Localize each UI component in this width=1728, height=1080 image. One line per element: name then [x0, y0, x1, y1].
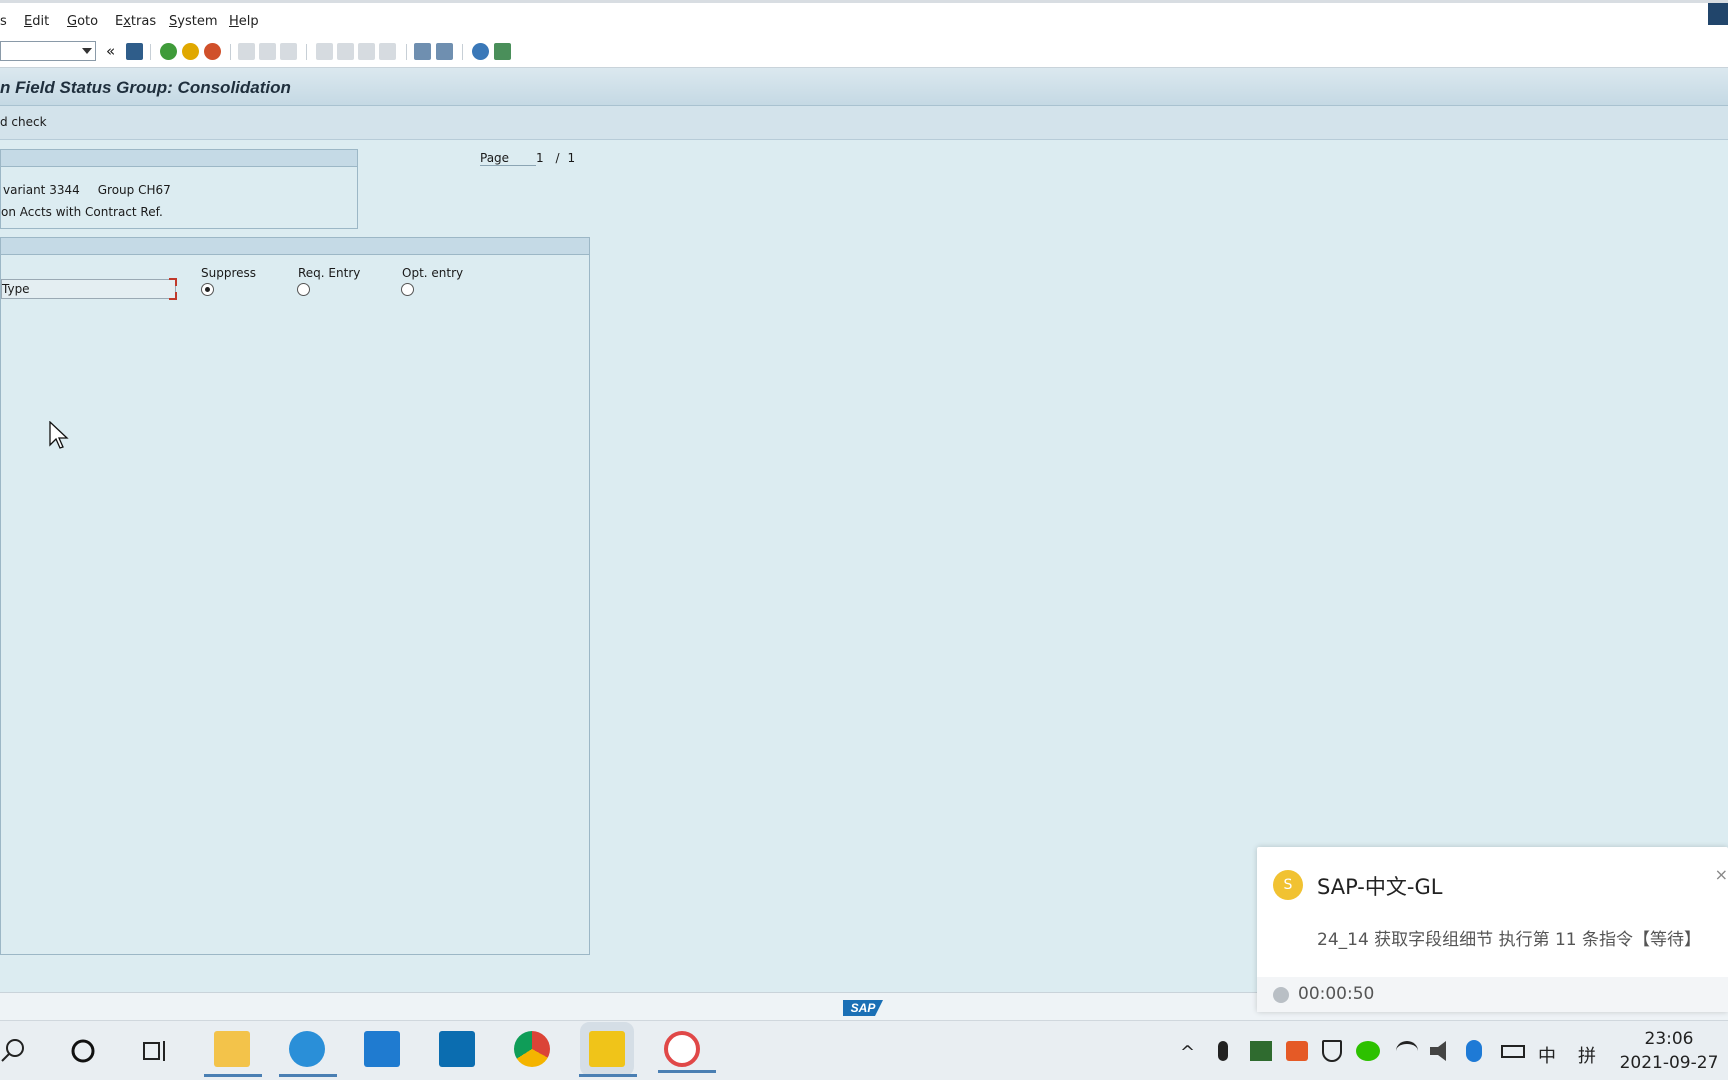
notification-elapsed: 00:00:50: [1298, 984, 1375, 1004]
chevron-down-icon[interactable]: [82, 48, 92, 54]
wifi-icon[interactable]: [1396, 1041, 1418, 1061]
toolbar-separator: [406, 44, 407, 60]
page-title: n Field Status Group: Consolidation: [0, 78, 291, 97]
tray-chevron-icon[interactable]: ^: [1180, 1042, 1195, 1063]
office-icon[interactable]: [1286, 1041, 1308, 1061]
help-icon[interactable]: [472, 43, 489, 60]
menu-extras-rest: tras: [130, 14, 157, 29]
header-box-title: [1, 150, 357, 167]
dell-icon[interactable]: [439, 1031, 475, 1067]
menu-item-edit[interactable]: Edit: [24, 14, 49, 29]
toolbar-separator: [150, 44, 151, 60]
cortana-icon[interactable]: [70, 1038, 96, 1064]
application-toolbar: d check: [0, 106, 1728, 140]
shortcut-icon[interactable]: [436, 43, 453, 60]
field-status-box: Suppress Req. Entry Opt. entry Type: [0, 237, 590, 955]
radio-req-entry[interactable]: [297, 283, 310, 296]
print-icon[interactable]: [238, 43, 255, 60]
notification-body: 24_14 获取字段组细节 执行第 11 条指令【等待】: [1317, 930, 1702, 950]
page-current: 1: [536, 151, 544, 165]
notification-toast[interactable]: S SAP-中文-GL × 24_14 获取字段组细节 执行第 11 条指令【等…: [1257, 847, 1728, 1012]
file-explorer-icon[interactable]: [204, 1031, 262, 1077]
wechat-icon[interactable]: [1356, 1041, 1380, 1061]
window-control[interactable]: [1708, 3, 1728, 25]
command-field[interactable]: [0, 41, 96, 61]
group-description: on Accts with Contract Ref.: [1, 205, 163, 219]
toolbar-separator: [462, 44, 463, 60]
page-label: Page: [480, 151, 536, 166]
layout-menu-icon[interactable]: [494, 43, 511, 60]
variant-text: variant 3344: [3, 183, 80, 197]
cancel-icon[interactable]: [204, 43, 221, 60]
menu-bar: s Edit Goto Extras System Help: [0, 0, 1728, 36]
search-icon[interactable]: [0, 1038, 26, 1064]
menu-system-rest: ystem: [177, 14, 218, 29]
microphone-icon[interactable]: [1218, 1041, 1228, 1061]
menu-item-extras[interactable]: Extras: [115, 14, 156, 29]
check-button[interactable]: d check: [0, 115, 47, 129]
sap-gui-icon[interactable]: [579, 1031, 637, 1077]
battery-icon[interactable]: [1501, 1045, 1525, 1058]
column-header-opt-entry: Opt. entry: [402, 266, 464, 280]
last-page-icon[interactable]: [379, 43, 396, 60]
double-chevron-left-icon[interactable]: «: [106, 42, 115, 60]
toolbar-separator: [230, 44, 231, 60]
menu-item-truncated[interactable]: s: [0, 14, 7, 29]
column-header-suppress: Suppress: [201, 266, 257, 280]
security-shield-icon[interactable]: [1322, 1040, 1342, 1062]
notification-title: SAP-中文-GL: [1317, 875, 1443, 899]
radio-suppress[interactable]: [201, 283, 214, 296]
variant-line: variant 3344 Group CH67: [3, 183, 171, 197]
back-icon[interactable]: [160, 43, 177, 60]
notification-footer: 00:00:50: [1257, 977, 1728, 1012]
radio-opt-entry[interactable]: [401, 283, 414, 296]
exit-icon[interactable]: [182, 43, 199, 60]
volume-muted-icon[interactable]: [1430, 1041, 1446, 1061]
toolbar-separator: [306, 44, 307, 60]
group-text: Group CH67: [97, 183, 171, 197]
field-status-box-title: [1, 238, 589, 255]
first-page-icon[interactable]: [316, 43, 333, 60]
header-box: variant 3344 Group CH67 on Accts with Con…: [0, 149, 358, 229]
automation-app-icon[interactable]: [658, 1031, 716, 1073]
task-view-icon[interactable]: [142, 1038, 170, 1064]
ime-mode-indicator[interactable]: 拼: [1578, 1042, 1596, 1068]
notification-avatar: S: [1273, 870, 1303, 900]
clock-icon: [1273, 987, 1289, 1003]
edge-icon[interactable]: [279, 1031, 337, 1077]
taskbar: ^ 中 拼 23:06 2021-09-27: [0, 1020, 1728, 1080]
bluetooth-icon[interactable]: [1466, 1040, 1482, 1062]
column-header-req-entry: Req. Entry: [298, 266, 361, 280]
menu-goto-rest: oto: [77, 14, 99, 29]
mail-icon[interactable]: [364, 1031, 400, 1067]
nvidia-icon[interactable]: [1250, 1041, 1272, 1061]
page-separator: /: [555, 151, 560, 165]
menu-item-help[interactable]: Help: [229, 14, 259, 29]
page-total: 1: [567, 151, 576, 165]
menu-extras-pre: E: [115, 14, 124, 29]
mouse-cursor-icon: [49, 421, 69, 449]
sap-logo: SAP: [843, 1000, 883, 1016]
menu-edit-rest: dit: [32, 14, 50, 29]
title-bar: n Field Status Group: Consolidation: [0, 68, 1728, 106]
menu-item-system[interactable]: System: [169, 14, 218, 29]
find-next-icon[interactable]: [280, 43, 297, 60]
save-icon[interactable]: [126, 43, 143, 60]
ime-language-indicator[interactable]: 中: [1538, 1042, 1556, 1068]
standard-toolbar: «: [0, 36, 1728, 68]
previous-page-icon[interactable]: [337, 43, 354, 60]
clock-date: 2021-09-27: [1619, 1053, 1719, 1073]
next-page-icon[interactable]: [358, 43, 375, 60]
chrome-icon[interactable]: [514, 1031, 550, 1067]
new-session-icon[interactable]: [414, 43, 431, 60]
page-indicator: Page 1 /1: [480, 151, 575, 166]
menu-help-rest: elp: [238, 14, 259, 29]
close-icon[interactable]: ×: [1715, 865, 1728, 884]
menu-item-goto[interactable]: Goto: [67, 14, 98, 29]
taskbar-clock[interactable]: 23:06 2021-09-27: [1610, 1027, 1728, 1075]
field-name-cell[interactable]: Type: [1, 278, 177, 300]
clock-time: 23:06: [1644, 1029, 1694, 1049]
find-icon[interactable]: [259, 43, 276, 60]
